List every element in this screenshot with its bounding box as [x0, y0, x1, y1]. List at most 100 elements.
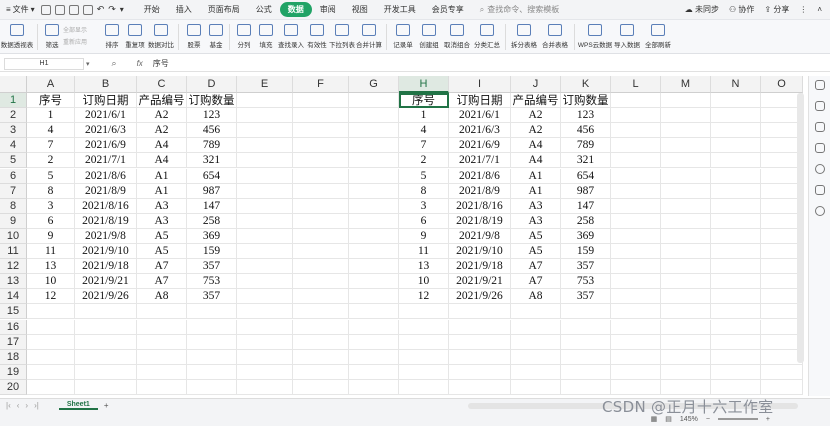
row-header-13[interactable]: 13 — [0, 274, 27, 290]
cell-I3[interactable]: 2021/6/3 — [449, 123, 511, 139]
cell-L3[interactable] — [611, 123, 661, 139]
cell-G8[interactable] — [349, 198, 399, 214]
cell-M14[interactable] — [661, 289, 711, 305]
column-header-B[interactable]: B — [75, 76, 137, 93]
redo-icon[interactable]: ↷ — [108, 4, 116, 15]
cell-D2[interactable]: 123 — [187, 108, 237, 124]
cell-D10[interactable]: 369 — [187, 228, 237, 244]
ribbon-button-14[interactable]: 创建组 — [416, 20, 442, 54]
cell-B15[interactable] — [75, 304, 137, 320]
cell-A13[interactable]: 10 — [27, 274, 75, 290]
cell-C2[interactable]: A2 — [137, 108, 187, 124]
cell-J3[interactable]: A2 — [511, 123, 561, 139]
row-header-11[interactable]: 11 — [0, 244, 27, 260]
cell-L11[interactable] — [611, 244, 661, 260]
cell-J19[interactable] — [511, 364, 561, 380]
row-header-4[interactable]: 4 — [0, 138, 27, 154]
cell-I6[interactable]: 2021/8/6 — [449, 168, 511, 184]
cell-M17[interactable] — [661, 334, 711, 350]
column-header-G[interactable]: G — [349, 76, 399, 93]
cell-C4[interactable]: A4 — [137, 138, 187, 154]
cell-M5[interactable] — [661, 153, 711, 169]
cell-J1[interactable]: 产品编号 — [511, 93, 561, 109]
cell-D6[interactable]: 654 — [187, 168, 237, 184]
zoom-search-icon[interactable]: ⌕ — [112, 58, 117, 69]
cell-I7[interactable]: 2021/8/9 — [449, 183, 511, 199]
cell-N6[interactable] — [711, 168, 761, 184]
cell-K19[interactable] — [561, 364, 611, 380]
cell-F19[interactable] — [293, 364, 349, 380]
cell-H5[interactable]: 2 — [399, 153, 449, 169]
cell-M2[interactable] — [661, 108, 711, 124]
cell-B3[interactable]: 2021/6/3 — [75, 123, 137, 139]
column-header-H[interactable]: H — [399, 76, 449, 93]
cell-E8[interactable] — [237, 198, 293, 214]
cell-J8[interactable]: A3 — [511, 198, 561, 214]
ribbon-button-8[interactable]: 填充 — [255, 20, 277, 54]
cell-B18[interactable] — [75, 349, 137, 365]
ribbon-button-17[interactable]: 拆分表格 — [509, 20, 539, 54]
cell-C8[interactable]: A3 — [137, 198, 187, 214]
cell-K8[interactable]: 147 — [561, 198, 611, 214]
cell-L12[interactable] — [611, 259, 661, 275]
filter-option-0[interactable]: 全部显示 — [63, 25, 87, 34]
row-header-7[interactable]: 7 — [0, 183, 27, 199]
cell-H8[interactable]: 3 — [399, 198, 449, 214]
cell-K15[interactable] — [561, 304, 611, 320]
cell-B17[interactable] — [75, 334, 137, 350]
cell-K2[interactable]: 123 — [561, 108, 611, 124]
cell-A4[interactable]: 7 — [27, 138, 75, 154]
row-header-12[interactable]: 12 — [0, 259, 27, 275]
cell-G6[interactable] — [349, 168, 399, 184]
tab-0[interactable]: 开始 — [136, 2, 168, 17]
cell-M20[interactable] — [661, 379, 711, 395]
cell-M3[interactable] — [661, 123, 711, 139]
ribbon-button-5[interactable]: 股票 — [182, 20, 206, 54]
cell-D8[interactable]: 147 — [187, 198, 237, 214]
cell-A20[interactable] — [27, 379, 75, 395]
cell-H16[interactable] — [399, 319, 449, 335]
cell-D16[interactable] — [187, 319, 237, 335]
cell-B11[interactable]: 2021/9/10 — [75, 244, 137, 260]
cell-K3[interactable]: 456 — [561, 123, 611, 139]
select-icon[interactable] — [814, 80, 825, 90]
cell-F14[interactable] — [293, 289, 349, 305]
sync-status[interactable]: ☁ 未同步 — [685, 4, 719, 15]
cell-C20[interactable] — [137, 379, 187, 395]
cell-A17[interactable] — [27, 334, 75, 350]
cell-C9[interactable]: A3 — [137, 213, 187, 229]
cell-N17[interactable] — [711, 334, 761, 350]
row-header-16[interactable]: 16 — [0, 319, 27, 335]
cell-D9[interactable]: 258 — [187, 213, 237, 229]
print-icon[interactable] — [68, 4, 79, 15]
cell-J7[interactable]: A1 — [511, 183, 561, 199]
column-header-L[interactable]: L — [611, 76, 661, 93]
sheet-tab[interactable]: Sheet1 — [58, 401, 98, 410]
cell-I13[interactable]: 2021/9/21 — [449, 274, 511, 290]
cell-F7[interactable] — [293, 183, 349, 199]
cell-A11[interactable]: 11 — [27, 244, 75, 260]
cell-B16[interactable] — [75, 319, 137, 335]
file-menu[interactable]: ≡ 文件 ▾ — [0, 4, 41, 15]
cell-M7[interactable] — [661, 183, 711, 199]
cell-G5[interactable] — [349, 153, 399, 169]
cell-E12[interactable] — [237, 259, 293, 275]
cell-B5[interactable]: 2021/7/1 — [75, 153, 137, 169]
cell-L4[interactable] — [611, 138, 661, 154]
cell-K5[interactable]: 321 — [561, 153, 611, 169]
prev-sheet-icon[interactable]: ‹ — [17, 401, 20, 410]
cell-F10[interactable] — [293, 228, 349, 244]
row-header-14[interactable]: 14 — [0, 289, 27, 305]
cell-L5[interactable] — [611, 153, 661, 169]
cell-G20[interactable] — [349, 379, 399, 395]
cell-J17[interactable] — [511, 334, 561, 350]
ribbon-button-10[interactable]: 有效性 — [305, 20, 329, 54]
cell-J20[interactable] — [511, 379, 561, 395]
cell-H6[interactable]: 5 — [399, 168, 449, 184]
ribbon-button-12[interactable]: 合并计算 — [355, 20, 383, 54]
ribbon-button-2[interactable]: 排序 — [101, 20, 123, 54]
cell-D13[interactable]: 753 — [187, 274, 237, 290]
row-header-10[interactable]: 10 — [0, 228, 27, 244]
tab-2[interactable]: 页面布局 — [200, 2, 248, 17]
cell-E4[interactable] — [237, 138, 293, 154]
